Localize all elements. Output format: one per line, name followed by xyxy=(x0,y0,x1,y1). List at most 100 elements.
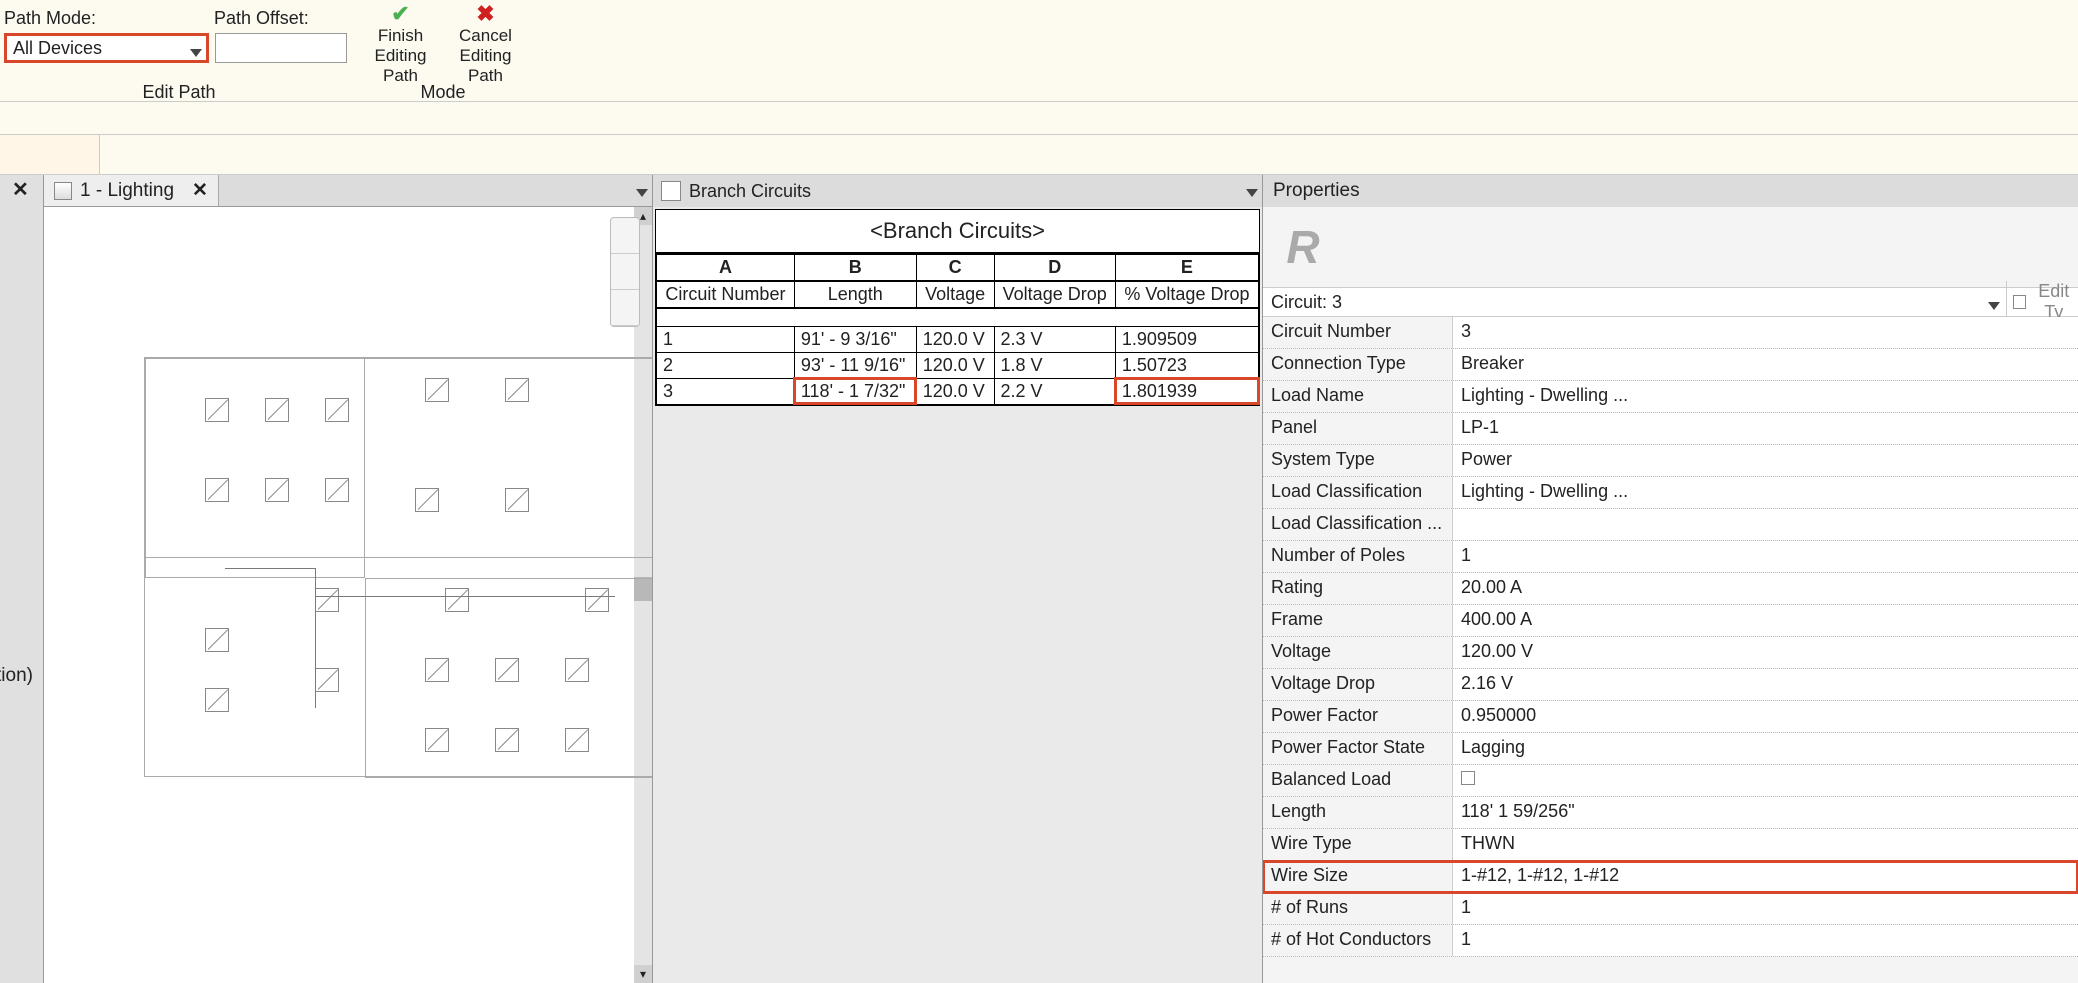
close-icon[interactable]: ✕ xyxy=(12,177,29,202)
document-icon xyxy=(54,182,72,200)
table-row[interactable]: 191' - 9 3/16"120.0 V2.3 V1.909509 xyxy=(657,326,1259,352)
options-bar xyxy=(0,135,100,174)
table-cell[interactable]: 1.909509 xyxy=(1115,326,1258,352)
table-cell[interactable]: 120.0 V xyxy=(916,378,994,404)
col-letter[interactable]: E xyxy=(1115,255,1258,282)
table-cell[interactable]: 1.801939 xyxy=(1115,378,1258,404)
property-row[interactable]: Length118' 1 59/256" xyxy=(1263,797,2078,829)
property-row[interactable]: Rating20.00 A xyxy=(1263,573,2078,605)
property-row[interactable]: Load NameLighting - Dwelling ... xyxy=(1263,381,2078,413)
table-cell[interactable]: 120.0 V xyxy=(916,326,994,352)
check-icon: ✔ xyxy=(358,4,443,24)
property-row[interactable]: Connection TypeBreaker xyxy=(1263,349,2078,381)
property-value[interactable]: 1-#12, 1-#12, 1-#12 xyxy=(1453,861,2078,892)
schedule-icon xyxy=(661,181,681,201)
property-row[interactable]: PanelLP-1 xyxy=(1263,413,2078,445)
property-value[interactable]: Lagging xyxy=(1453,733,2078,764)
property-row[interactable]: Voltage Drop2.16 V xyxy=(1263,669,2078,701)
property-row[interactable]: Number of Poles1 xyxy=(1263,541,2078,573)
close-tab-icon[interactable]: ✕ xyxy=(192,179,208,202)
col-header[interactable]: % Voltage Drop xyxy=(1115,281,1258,308)
floor-plan-canvas[interactable]: ▴ ▾ xyxy=(44,207,652,983)
property-row[interactable]: Power Factor0.950000 xyxy=(1263,701,2078,733)
path-mode-combo[interactable]: All Devices xyxy=(4,33,209,63)
property-row[interactable]: Wire TypeTHWN xyxy=(1263,829,2078,861)
property-row[interactable]: # of Runs1 xyxy=(1263,893,2078,925)
col-letter[interactable]: D xyxy=(994,255,1115,282)
property-value[interactable]: 1 xyxy=(1453,893,2078,924)
table-cell[interactable]: 91' - 9 3/16" xyxy=(794,326,916,352)
view-tab-lighting[interactable]: 1 - Lighting ✕ xyxy=(44,175,219,206)
property-value[interactable]: 120.00 V xyxy=(1453,637,2078,668)
table-cell[interactable]: 2.3 V xyxy=(994,326,1115,352)
schedule-tab-title[interactable]: Branch Circuits xyxy=(689,181,811,202)
table-cell[interactable]: 2.2 V xyxy=(994,378,1115,404)
property-value[interactable]: THWN xyxy=(1453,829,2078,860)
property-value[interactable]: Lighting - Dwelling ... xyxy=(1453,477,2078,508)
table-cell[interactable]: 1 xyxy=(657,326,795,352)
property-value[interactable]: 0.950000 xyxy=(1453,701,2078,732)
property-row[interactable]: Load Classification ... xyxy=(1263,509,2078,541)
property-value[interactable]: 400.00 A xyxy=(1453,605,2078,636)
tab-overflow-icon[interactable] xyxy=(1246,181,1258,202)
tab-overflow-icon[interactable] xyxy=(636,181,648,202)
table-row[interactable]: 3118' - 1 7/32"120.0 V2.2 V1.801939 xyxy=(657,378,1259,404)
scroll-down-icon[interactable]: ▾ xyxy=(634,965,652,983)
col-header[interactable]: Length xyxy=(794,281,916,308)
table-cell[interactable]: 1.50723 xyxy=(1115,352,1258,378)
navigation-bar[interactable] xyxy=(610,217,640,327)
col-header[interactable]: Voltage xyxy=(916,281,994,308)
property-value[interactable]: 1 xyxy=(1453,925,2078,956)
property-row[interactable]: Load ClassificationLighting - Dwelling .… xyxy=(1263,477,2078,509)
table-row[interactable]: 293' - 11 9/16"120.0 V1.8 V1.50723 xyxy=(657,352,1259,378)
property-value[interactable]: 20.00 A xyxy=(1453,573,2078,604)
path-mode-value: All Devices xyxy=(13,38,102,59)
property-name: Power Factor State xyxy=(1263,733,1453,764)
property-name: Wire Type xyxy=(1263,829,1453,860)
table-cell[interactable]: 120.0 V xyxy=(916,352,994,378)
property-row[interactable]: System TypePower xyxy=(1263,445,2078,477)
chevron-down-icon xyxy=(190,41,202,62)
ribbon-group-caption-mode: Mode xyxy=(358,82,528,103)
property-value[interactable]: 1 xyxy=(1453,541,2078,572)
floor-plan-drawing xyxy=(144,357,652,777)
branch-circuits-table[interactable]: A B C D E Circuit Number Length Voltage … xyxy=(656,254,1259,405)
table-cell[interactable]: 93' - 11 9/16" xyxy=(794,352,916,378)
chevron-down-icon xyxy=(1988,294,2000,315)
property-value[interactable]: 118' 1 59/256" xyxy=(1453,797,2078,828)
table-cell[interactable]: 2 xyxy=(657,352,795,378)
property-value[interactable] xyxy=(1453,765,2078,796)
property-row[interactable]: # of Hot Conductors1 xyxy=(1263,925,2078,957)
property-row[interactable]: Frame400.00 A xyxy=(1263,605,2078,637)
type-selector[interactable]: Circuit: 3 xyxy=(1263,292,2006,313)
property-row[interactable]: Balanced Load xyxy=(1263,765,2078,797)
col-header[interactable]: Circuit Number xyxy=(657,281,795,308)
col-header[interactable]: Voltage Drop xyxy=(994,281,1115,308)
properties-grid[interactable]: Circuit Number3Connection TypeBreakerLoa… xyxy=(1263,317,2078,983)
property-row[interactable]: Circuit Number3 xyxy=(1263,317,2078,349)
schedule-title: <Branch Circuits> xyxy=(656,210,1259,254)
property-value[interactable] xyxy=(1453,509,2078,540)
property-name: # of Hot Conductors xyxy=(1263,925,1453,956)
path-mode-label: Path Mode: xyxy=(4,8,214,29)
ribbon-group-caption-editpath: Edit Path xyxy=(4,82,354,103)
col-letter[interactable]: B xyxy=(794,255,916,282)
property-value[interactable]: LP-1 xyxy=(1453,413,2078,444)
checkbox-icon[interactable] xyxy=(1461,771,1475,785)
path-offset-label: Path Offset: xyxy=(214,8,354,29)
table-cell[interactable]: 3 xyxy=(657,378,795,404)
table-cell[interactable]: 118' - 1 7/32" xyxy=(794,378,916,404)
property-row[interactable]: Wire Size1-#12, 1-#12, 1-#12 xyxy=(1263,861,2078,893)
property-value[interactable]: Lighting - Dwelling ... xyxy=(1453,381,2078,412)
col-letter[interactable]: A xyxy=(657,255,795,282)
property-value[interactable]: Breaker xyxy=(1453,349,2078,380)
col-letter[interactable]: C xyxy=(916,255,994,282)
property-value[interactable]: 2.16 V xyxy=(1453,669,2078,700)
path-offset-input[interactable] xyxy=(215,33,347,63)
property-value[interactable]: Power xyxy=(1453,445,2078,476)
property-value[interactable]: 3 xyxy=(1453,317,2078,348)
property-row[interactable]: Voltage120.00 V xyxy=(1263,637,2078,669)
property-row[interactable]: Power Factor StateLagging xyxy=(1263,733,2078,765)
table-cell[interactable]: 1.8 V xyxy=(994,352,1115,378)
property-name: Panel xyxy=(1263,413,1453,444)
